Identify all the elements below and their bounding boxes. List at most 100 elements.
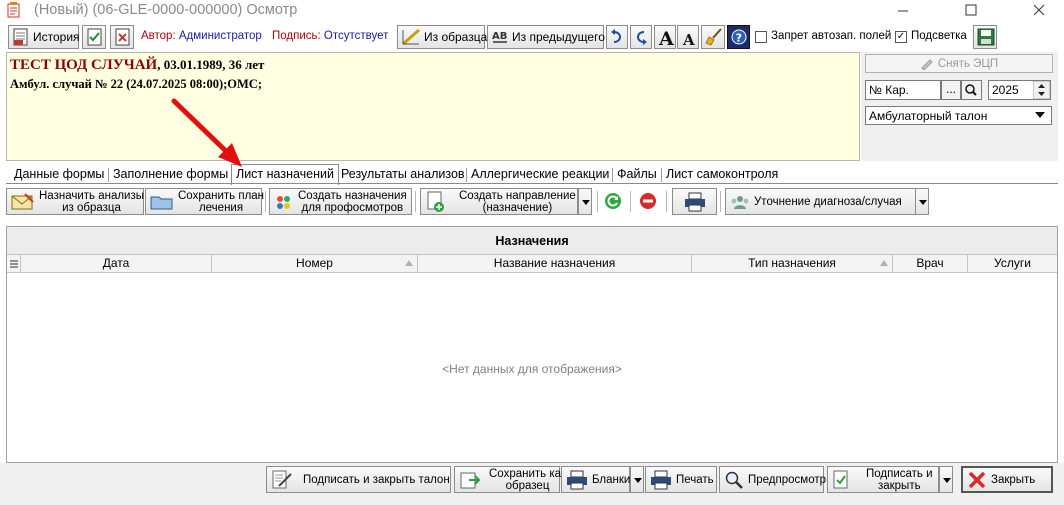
sign-close-ticket-label: Подписать и закрыть талон xyxy=(303,473,450,486)
preview-label: Предпросмотр xyxy=(748,473,826,486)
highlight-checkbox[interactable]: ✓ xyxy=(895,31,907,43)
card-search-button[interactable] xyxy=(961,80,982,100)
forms-label: Бланки xyxy=(592,473,631,486)
column-number-label: Номер xyxy=(296,256,333,270)
folder-icon xyxy=(150,196,173,209)
sign-and-close-line2: закрыть xyxy=(877,479,921,492)
right-panel: Снять ЭЦП № Кар. ... 2025 Амбулаторный т… xyxy=(861,52,1058,161)
author-value: Администратор xyxy=(178,30,262,42)
history-button[interactable]: История xyxy=(8,25,80,49)
svg-text:AB: AB xyxy=(492,31,507,42)
tab-prescriptions[interactable]: Лист назначений xyxy=(231,164,339,185)
tab-self-control[interactable]: Лист самоконтроля xyxy=(662,166,782,184)
disable-autofill-checkbox[interactable] xyxy=(755,31,767,43)
minimize-icon[interactable] xyxy=(880,0,926,22)
assign-tests-from-template-button[interactable]: Назначить анализы из образца xyxy=(6,188,144,215)
sort-asc-icon xyxy=(405,260,413,266)
remove-signature-button[interactable]: Снять ЭЦП xyxy=(865,54,1053,73)
broom-icon xyxy=(705,28,722,46)
document-add-icon xyxy=(427,191,444,212)
column-doctor[interactable]: Врач xyxy=(893,255,968,273)
reject-doc-button[interactable] xyxy=(110,25,134,49)
document-type-select[interactable]: Амбулаторный талон xyxy=(865,106,1052,125)
tab-form-filling[interactable]: Заполнение формы xyxy=(109,166,232,184)
signature-key: Подпись: xyxy=(272,30,321,42)
sign-and-close-button[interactable]: Подписать и закрыть xyxy=(827,466,939,493)
history-label: История xyxy=(33,30,80,44)
tab-allergies[interactable]: Аллергические реакции xyxy=(467,166,613,184)
column-date[interactable]: Дата xyxy=(21,255,212,273)
print-button[interactable]: Печать xyxy=(645,466,717,493)
from-previous-button[interactable]: AB Из предыдущего xyxy=(487,25,605,49)
colorful-puzzle-icon xyxy=(277,195,290,209)
printer-icon xyxy=(684,192,705,211)
card-number-field[interactable]: № Кар. xyxy=(865,80,941,100)
font-increase-button[interactable]: A xyxy=(654,25,676,49)
signature-info: Подпись: Отсутствует xyxy=(272,30,388,42)
year-spin-arrows-icon[interactable] xyxy=(1033,81,1050,99)
tab-form-data[interactable]: Данные формы xyxy=(10,166,108,184)
tab-test-results[interactable]: Результаты анализов xyxy=(337,166,469,184)
column-services[interactable]: Услуги xyxy=(968,255,1057,273)
create-prof-exam-button[interactable]: Создать назначения для профосмотров xyxy=(269,188,412,215)
forms-dropdown[interactable] xyxy=(630,466,644,493)
sign-and-close-text: Подписать и закрыть xyxy=(866,468,933,492)
column-number[interactable]: Номер xyxy=(212,255,418,273)
forms-button[interactable]: Бланки xyxy=(561,466,630,493)
disable-autofill-label: Запрет автозап. полей xyxy=(771,30,892,42)
approve-doc-button[interactable] xyxy=(82,25,106,49)
clear-button[interactable] xyxy=(701,25,725,49)
case-line: Амбул. случай № 22 (24.07.2025 08:00);ОМ… xyxy=(10,77,263,91)
save-button[interactable] xyxy=(973,25,997,49)
maximize-icon[interactable] xyxy=(948,0,994,22)
save-treatment-plan-button[interactable]: Сохранить план лечения xyxy=(145,188,264,215)
font-decrease-button[interactable]: A xyxy=(677,25,699,49)
svg-text:?: ? xyxy=(736,32,742,45)
refresh-icon[interactable] xyxy=(603,191,623,211)
column-chooser-icon[interactable] xyxy=(7,255,21,273)
patient-dob-age: , 03.01.1989, 36 лет xyxy=(157,57,265,72)
card-browse-button[interactable]: ... xyxy=(941,80,961,100)
redo-button[interactable] xyxy=(630,25,652,49)
refine-diagnosis-button[interactable]: Уточнение диагноза/случая xyxy=(725,188,916,215)
sign-close-ticket-button[interactable]: Подписать и закрыть талон xyxy=(266,466,451,493)
save-template-line2: образец xyxy=(505,479,550,492)
svg-text:A: A xyxy=(658,28,674,47)
column-prescription-name[interactable]: Название назначения xyxy=(418,255,692,273)
tab-files[interactable]: Файлы xyxy=(613,166,661,184)
close-button[interactable]: Закрыть xyxy=(961,466,1053,493)
printer-icon xyxy=(651,470,671,489)
create-referral-button[interactable]: Создать направление (назначение) xyxy=(420,188,578,215)
help-question-icon: ? xyxy=(731,29,747,45)
ruler-pencil-icon xyxy=(402,28,420,46)
save-disk-icon xyxy=(977,28,995,46)
save-as-template-button[interactable]: Сохранить как образец xyxy=(454,466,566,493)
chevron-down-icon xyxy=(1035,112,1045,118)
print-list-button[interactable] xyxy=(672,188,717,215)
save-template-text: Сохранить как образец xyxy=(489,468,566,492)
column-prescription-type[interactable]: Тип назначения xyxy=(692,255,893,273)
sign-and-close-dropdown[interactable] xyxy=(939,466,953,493)
help-button[interactable]: ? xyxy=(727,25,750,49)
save-template-line1: Сохранить как xyxy=(489,467,567,480)
author-info: Автор: Администратор xyxy=(141,30,262,42)
preview-button[interactable]: Предпросмотр xyxy=(719,466,826,493)
create-referral-dropdown[interactable] xyxy=(578,188,592,215)
print-label: Печать xyxy=(676,473,714,486)
patient-header: ТЕСТ ЦОД СЛУЧАЙ, 03.01.1989, 36 лет xyxy=(10,57,264,74)
sign-and-close-line1: Подписать и xyxy=(866,467,933,480)
close-window-icon[interactable] xyxy=(1016,0,1062,22)
highlight-label: Подсветка xyxy=(911,30,967,42)
from-template-button[interactable]: Из образца xyxy=(397,25,487,49)
refine-diagnosis-dropdown[interactable] xyxy=(915,188,929,215)
create-prof-line1: Создать назначения xyxy=(298,189,407,202)
delete-stop-icon[interactable] xyxy=(638,191,658,211)
undo-button[interactable] xyxy=(606,25,628,49)
grid-caption: Назначения xyxy=(7,227,1057,255)
copy-previous-icon: AB xyxy=(492,31,507,43)
remove-signature-label: Снять ЭЦП xyxy=(937,57,999,70)
document-check-icon xyxy=(87,28,102,46)
app-notepad-icon xyxy=(7,2,20,18)
signature-value: Отсутствует xyxy=(323,30,389,42)
font-decrease-icon: A xyxy=(682,31,695,47)
